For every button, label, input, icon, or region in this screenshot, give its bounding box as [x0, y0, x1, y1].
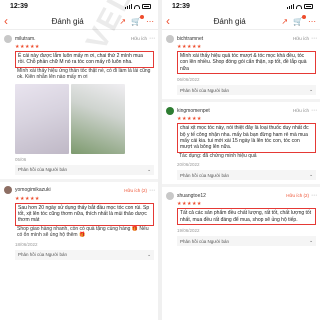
avatar[interactable]: [166, 34, 174, 43]
review-date: 18/06/2022: [15, 241, 38, 247]
reviewer-name: kingmomenpet: [177, 107, 210, 114]
avatar[interactable]: [4, 186, 12, 195]
review-date: 19/06/2022: [177, 228, 200, 234]
review-extra-text: Tác dụng: đã chứng minh hiệu quả: [179, 152, 257, 159]
page-title: Đánh giá: [213, 16, 246, 26]
seller-reply-label: Phản hồi của Người bán: [180, 87, 229, 93]
avatar[interactable]: [166, 106, 174, 115]
top-header: ‹ Đánh giá ↗ 🛒 ⋯: [0, 13, 158, 30]
review-item: yomogimikazuki Hữu ích (2) ⋯ ★★★★★ Sau h…: [0, 182, 158, 260]
review-item: bichtramnet Hữu ích ⋯ ★★★★★ Mình xài thấ…: [162, 30, 320, 96]
back-arrow-icon[interactable]: ‹: [4, 15, 16, 27]
review-item: shuangtoe12 Hữu ích (2) ⋯ ★★★★★ Tất cả c…: [162, 187, 320, 247]
helpful-button[interactable]: Hữu ích (2): [124, 188, 147, 193]
review-text: Sau hơn 20 ngày sử dụng thấy bắt đầu mọc…: [15, 202, 154, 226]
review-photo[interactable]: [71, 83, 125, 154]
helpful-button[interactable]: Hữu ích: [293, 108, 309, 113]
battery-icon: [304, 4, 313, 9]
more-options-icon[interactable]: ⋯: [311, 107, 317, 114]
review-extra-text: Mình xài thấy hiệu ứng thần tốc thật nè,…: [17, 67, 151, 81]
signal-icon: [125, 4, 132, 9]
review-date: 20/06/2022: [177, 162, 200, 168]
review-date: 05/06: [15, 156, 27, 162]
seller-reply-label: Phản hồi của Người bán: [180, 238, 229, 244]
rating-stars: ★★★★★: [177, 44, 202, 50]
seller-reply-toggle[interactable]: Phản hồi của Người bán ⌄: [177, 170, 316, 181]
share-icon[interactable]: ↗: [119, 17, 126, 26]
seller-reply-label: Phản hồi của Người bán: [18, 167, 67, 173]
review-item: kingmomenpet Hữu ích ⋯ ★★★★★ chai xịt mọ…: [162, 102, 320, 181]
wifi-icon: [134, 4, 140, 9]
back-arrow-icon[interactable]: ‹: [166, 15, 178, 27]
helpful-button[interactable]: Hữu ích (2): [286, 193, 309, 198]
cart-icon[interactable]: 🛒: [293, 14, 306, 26]
chevron-down-icon: ⌄: [147, 251, 151, 257]
chevron-down-icon: ⌄: [147, 166, 151, 172]
status-time: 12:39: [10, 3, 28, 10]
avatar[interactable]: [166, 191, 174, 200]
rating-stars: ★★★★★: [15, 195, 40, 202]
more-options-icon[interactable]: ⋯: [149, 35, 155, 42]
signal-icon: [287, 4, 294, 9]
avatar[interactable]: [4, 34, 12, 43]
review-extra-text: Shop giao hàng nhanh, còn có quà tặng cù…: [17, 225, 149, 239]
review-date: 06/06/2022: [177, 77, 200, 83]
seller-reply-toggle[interactable]: Phản hồi của Người bán ⌄: [177, 85, 316, 96]
reviewer-name: bichtramnet: [177, 35, 204, 42]
wifi-icon: [296, 4, 302, 9]
reviewer-name: shuangtoe12: [177, 192, 206, 199]
reviewer-name: yomogimikazuki: [15, 187, 51, 194]
review-text: É cái này được lắm luôn mấy m ơi, chai t…: [15, 51, 154, 68]
rating-stars: ★★★★★: [177, 201, 202, 208]
review-text: chai xịt mọc tóc này, nói thiệt đây là l…: [177, 123, 316, 153]
more-options-icon[interactable]: ⋯: [311, 192, 317, 199]
chevron-down-icon: ⌄: [309, 87, 313, 93]
seller-reply-toggle[interactable]: Phản hồi của Người bán ⌄: [177, 236, 316, 247]
reviewer-name: milutram.: [15, 35, 36, 42]
status-bar: 12:39: [0, 0, 158, 13]
review-text: Tất cả các sản phẩm đều chất lượng, rất …: [177, 208, 316, 226]
more-options-icon[interactable]: ⋯: [311, 35, 317, 42]
rating-stars: ★★★★★: [15, 44, 40, 50]
more-options-icon[interactable]: ⋯: [149, 187, 155, 194]
review-text: Mình xài thấy hiệu quả tóc mượt & tóc mọ…: [177, 51, 316, 75]
seller-reply-toggle[interactable]: Phản hồi của Người bán ⌄: [15, 164, 154, 175]
more-icon[interactable]: ⋯: [308, 17, 316, 26]
battery-icon: [142, 4, 151, 9]
chevron-down-icon: ⌄: [309, 172, 313, 178]
helpful-button[interactable]: Hữu ích: [293, 36, 309, 41]
seller-reply-label: Phản hồi của Người bán: [18, 252, 67, 258]
review-item: milutram. Hữu ích ⋯ ★★★★★ É cái này được…: [0, 30, 158, 175]
right-screen: 12:39 ‹ Đánh giá ↗ 🛒 ⋯ bichtramnet Hữu í…: [162, 0, 320, 320]
page-title: Đánh giá: [51, 16, 84, 26]
top-header: ‹ Đánh giá ↗ 🛒 ⋯: [162, 13, 320, 30]
share-icon[interactable]: ↗: [281, 17, 288, 26]
chevron-down-icon: ⌄: [309, 238, 313, 244]
review-photo[interactable]: [15, 83, 69, 154]
cart-icon[interactable]: 🛒: [131, 14, 144, 26]
more-icon[interactable]: ⋯: [146, 17, 154, 26]
status-time: 12:39: [172, 3, 190, 10]
helpful-button[interactable]: Hữu ích: [131, 36, 147, 41]
seller-reply-label: Phản hồi của Người bán: [180, 172, 229, 178]
review-photos: [15, 83, 154, 154]
left-screen: 12:39 ‹ Đánh giá ↗ 🛒 ⋯ milutram. Hữu ích…: [0, 0, 158, 320]
seller-reply-toggle[interactable]: Phản hồi của Người bán ⌄: [15, 249, 154, 260]
rating-stars: ★★★★★: [177, 116, 202, 123]
status-bar: 12:39: [162, 0, 320, 13]
